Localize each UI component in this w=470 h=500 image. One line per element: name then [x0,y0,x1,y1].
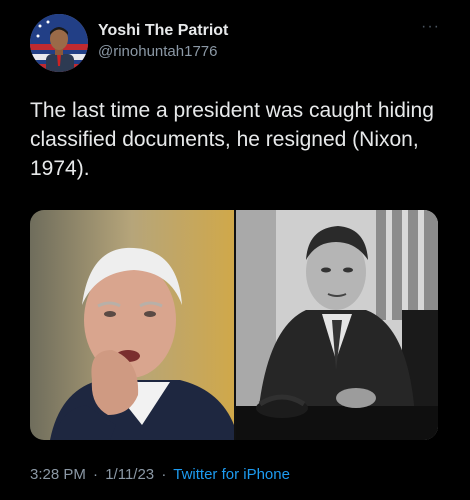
tweet-time[interactable]: 3:28 PM [30,466,86,483]
photo-right[interactable] [236,210,438,440]
tweet-text: The last time a president was caught hid… [30,99,434,180]
tweet-source-link[interactable]: Twitter for iPhone [173,466,290,483]
meta-separator: · [93,466,99,483]
photo-left[interactable] [30,210,234,440]
user-handle[interactable]: @rinohuntah1776 [98,43,218,60]
tweet-card: Yoshi The Patriot @rinohuntah1776 ··· Th… [0,0,470,500]
avatar[interactable] [30,14,88,72]
display-name[interactable]: Yoshi The Patriot [98,22,228,40]
more-options-icon[interactable]: ··· [421,19,440,35]
tweet-media[interactable] [30,210,438,440]
tweet-date[interactable]: 1/11/23 [105,466,154,483]
meta-separator: · [161,466,167,483]
tweet-meta: 3:28 PM · 1/11/23 · Twitter for iPhone [30,466,290,483]
